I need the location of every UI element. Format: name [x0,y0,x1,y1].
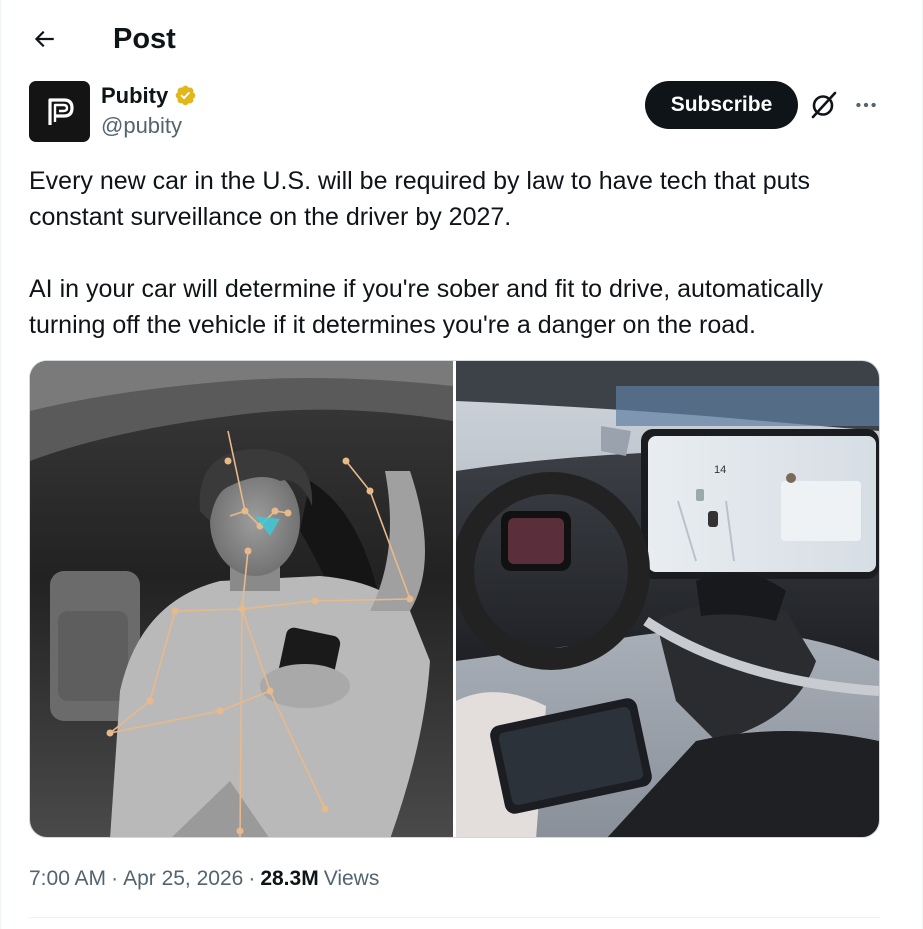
grok-icon [811,91,837,119]
grok-button[interactable] [807,88,841,122]
page-header: Post [1,0,922,78]
back-button[interactable] [25,20,63,58]
views-label: Views [323,867,380,890]
media-grid: 14 [29,360,880,838]
post-date[interactable]: Apr 25, 2026 [123,865,243,893]
verified-badge-icon[interactable] [174,84,199,109]
more-options-button[interactable] [849,88,883,122]
tweet-paragraph: Every new car in the U.S. will be requir… [29,167,817,231]
screen-speed-text: 14 [714,464,726,476]
page-title: Post [113,23,176,55]
meta-separator: · [111,867,119,890]
post-detail-page: Post Pubity @pubity Subscribe Every new … [0,0,923,929]
driver-monitoring-photo[interactable] [30,361,453,837]
arrow-left-icon [34,30,54,48]
views-count: 28.3M [260,867,319,890]
author-name[interactable]: Pubity [101,82,168,110]
subscribe-button[interactable]: Subscribe [645,81,798,129]
tweet-text: Every new car in the U.S. will be requir… [29,163,889,343]
author-name-row: Pubity [101,82,199,110]
pubity-logo-icon [47,97,74,125]
divider [29,917,880,918]
car-interior-photo[interactable]: 14 [456,361,879,837]
more-horizontal-icon [856,102,876,108]
tweet-paragraph: AI in your car will determine if you're … [29,275,830,339]
author-handle[interactable]: @pubity [101,112,182,140]
post-time[interactable]: 7:00 AM [29,865,106,893]
avatar[interactable] [29,81,90,142]
meta-separator: · [248,867,256,890]
post-meta: 7:00 AM · Apr 25, 2026 · 28.3M Views [29,865,379,893]
